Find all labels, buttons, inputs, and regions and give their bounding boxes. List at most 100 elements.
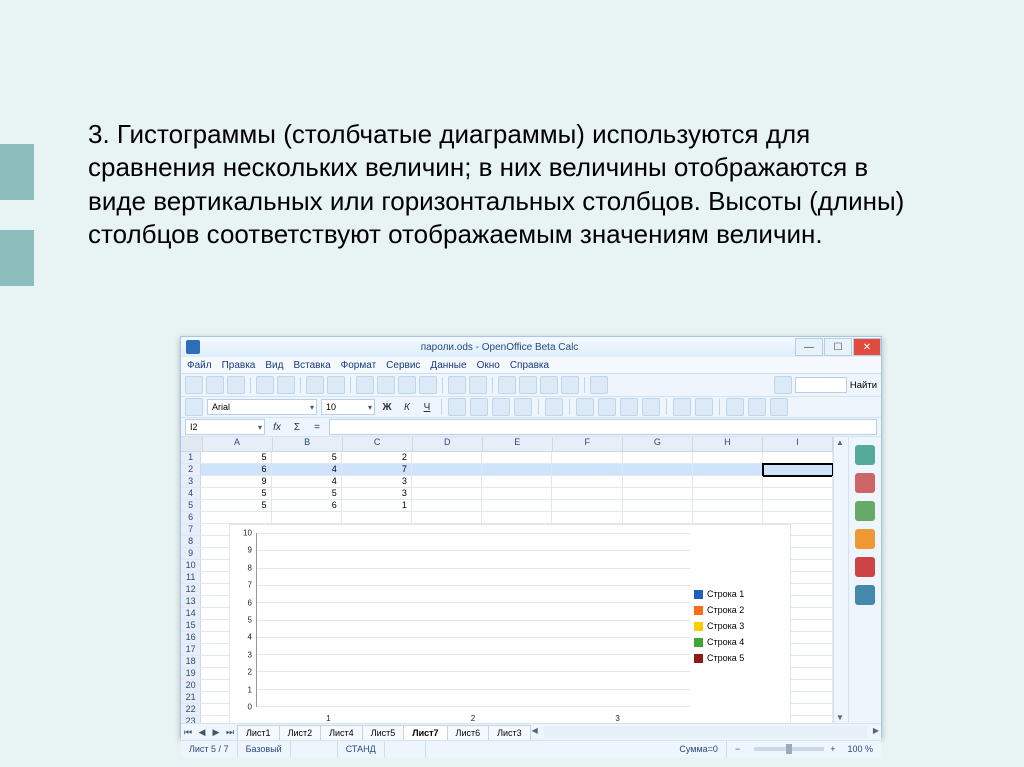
cell[interactable] bbox=[693, 500, 763, 512]
align-center-icon[interactable] bbox=[470, 398, 488, 416]
italic-button[interactable]: К bbox=[399, 399, 415, 415]
zoom-value[interactable]: 100 % bbox=[839, 741, 881, 757]
sheet-tab[interactable]: Лист3 bbox=[488, 725, 531, 740]
cell[interactable] bbox=[623, 452, 693, 464]
titlebar[interactable]: пароли.ods - OpenOffice Beta Calc — ☐ ✕ bbox=[181, 337, 881, 357]
menu-file[interactable]: Файл bbox=[187, 360, 212, 371]
zoom-out-icon[interactable]: − bbox=[727, 741, 748, 757]
cell[interactable] bbox=[763, 500, 833, 512]
row-header[interactable]: 12 bbox=[181, 584, 201, 596]
functions-panel-icon[interactable] bbox=[855, 557, 875, 577]
cell[interactable] bbox=[693, 476, 763, 488]
gallery-panel-icon[interactable] bbox=[855, 501, 875, 521]
status-mode[interactable]: СТАНД bbox=[338, 741, 385, 757]
name-box[interactable]: I2 bbox=[185, 419, 265, 435]
find-input[interactable] bbox=[795, 377, 847, 393]
undo-icon[interactable] bbox=[448, 376, 466, 394]
cell[interactable] bbox=[412, 476, 482, 488]
cell[interactable] bbox=[552, 488, 622, 500]
sheet-tab[interactable]: Лист1 bbox=[237, 725, 280, 740]
row-header[interactable]: 21 bbox=[181, 692, 201, 704]
embedded-chart[interactable]: 012345678910 123 Строка 1Строка 2Строка … bbox=[229, 524, 791, 723]
tab-next-icon[interactable]: ▶ bbox=[209, 727, 223, 738]
cell[interactable] bbox=[623, 476, 693, 488]
grid-row[interactable]: 5561 bbox=[181, 500, 833, 512]
redo-icon[interactable] bbox=[469, 376, 487, 394]
menu-help[interactable]: Справка bbox=[510, 360, 549, 371]
grid-row[interactable]: 4553 bbox=[181, 488, 833, 500]
row-header[interactable]: 6 bbox=[181, 512, 201, 524]
font-name-combo[interactable]: Arial bbox=[207, 399, 317, 415]
merge-cells-icon[interactable] bbox=[545, 398, 563, 416]
cell[interactable]: 5 bbox=[272, 452, 342, 464]
sum-icon[interactable]: Σ bbox=[289, 419, 305, 435]
align-left-icon[interactable] bbox=[448, 398, 466, 416]
col-header[interactable]: B bbox=[273, 437, 343, 451]
decrease-indent-icon[interactable] bbox=[673, 398, 691, 416]
row-header[interactable]: 16 bbox=[181, 632, 201, 644]
zoom-in-icon[interactable]: + bbox=[830, 744, 835, 754]
close-button[interactable]: ✕ bbox=[853, 338, 881, 356]
function-icon[interactable]: = bbox=[309, 419, 325, 435]
cell[interactable] bbox=[552, 464, 622, 476]
row-header[interactable]: 18 bbox=[181, 656, 201, 668]
horizontal-scrollbar[interactable] bbox=[544, 726, 867, 738]
font-color-icon[interactable] bbox=[770, 398, 788, 416]
row-header[interactable]: 17 bbox=[181, 644, 201, 656]
open-icon[interactable] bbox=[206, 376, 224, 394]
cell[interactable] bbox=[482, 452, 552, 464]
grid-area[interactable]: 1552264739434553556167891011121314151617… bbox=[181, 452, 833, 723]
styles-icon[interactable] bbox=[185, 398, 203, 416]
cell[interactable]: 4 bbox=[272, 464, 342, 476]
cell[interactable]: 4 bbox=[272, 476, 342, 488]
row-header[interactable]: 23 bbox=[181, 716, 201, 723]
menu-tools[interactable]: Сервис bbox=[386, 360, 420, 371]
new-doc-icon[interactable] bbox=[185, 376, 203, 394]
row-header[interactable]: 1 bbox=[181, 452, 201, 464]
bold-button[interactable]: Ж bbox=[379, 399, 395, 415]
column-headers[interactable]: A B C D E F G H I bbox=[181, 437, 833, 452]
cell[interactable] bbox=[552, 452, 622, 464]
row-header[interactable]: 3 bbox=[181, 476, 201, 488]
row-header[interactable]: 9 bbox=[181, 548, 201, 560]
cell[interactable] bbox=[552, 476, 622, 488]
col-header[interactable]: H bbox=[693, 437, 763, 451]
sheet-tab[interactable]: Лист7 bbox=[403, 725, 447, 740]
cell[interactable] bbox=[482, 476, 552, 488]
row-header[interactable]: 5 bbox=[181, 500, 201, 512]
increase-indent-icon[interactable] bbox=[695, 398, 713, 416]
cell[interactable]: 3 bbox=[342, 476, 412, 488]
row-header[interactable]: 20 bbox=[181, 680, 201, 692]
col-header[interactable]: A bbox=[203, 437, 273, 451]
cell[interactable] bbox=[763, 464, 833, 476]
grid-row[interactable]: 3943 bbox=[181, 476, 833, 488]
row-header[interactable]: 22 bbox=[181, 704, 201, 716]
col-header[interactable]: F bbox=[553, 437, 623, 451]
cell[interactable] bbox=[623, 500, 693, 512]
sheet-tab[interactable]: Лист4 bbox=[320, 725, 363, 740]
format-paintbrush-icon[interactable] bbox=[419, 376, 437, 394]
borders-icon[interactable] bbox=[726, 398, 744, 416]
datasource-panel-icon[interactable] bbox=[855, 585, 875, 605]
print-icon[interactable] bbox=[277, 376, 295, 394]
spellcheck-icon[interactable] bbox=[306, 376, 324, 394]
row-header[interactable]: 4 bbox=[181, 488, 201, 500]
cell[interactable] bbox=[272, 512, 342, 524]
cell[interactable]: 3 bbox=[342, 488, 412, 500]
cell[interactable]: 5 bbox=[201, 500, 271, 512]
add-decimal-icon[interactable] bbox=[620, 398, 638, 416]
cell[interactable] bbox=[412, 512, 482, 524]
remove-decimal-icon[interactable] bbox=[642, 398, 660, 416]
sheet-tab[interactable]: Лист2 bbox=[279, 725, 322, 740]
cell[interactable] bbox=[623, 464, 693, 476]
status-style[interactable]: Базовый bbox=[238, 741, 291, 757]
find-icon[interactable] bbox=[774, 376, 792, 394]
cell[interactable] bbox=[482, 500, 552, 512]
row-header[interactable]: 8 bbox=[181, 536, 201, 548]
tab-last-icon[interactable]: ⏭ bbox=[223, 727, 237, 738]
select-all-corner[interactable] bbox=[181, 437, 203, 451]
cell[interactable] bbox=[412, 488, 482, 500]
vertical-scrollbar[interactable] bbox=[833, 437, 848, 723]
menu-edit[interactable]: Правка bbox=[222, 360, 256, 371]
cell[interactable] bbox=[693, 512, 763, 524]
